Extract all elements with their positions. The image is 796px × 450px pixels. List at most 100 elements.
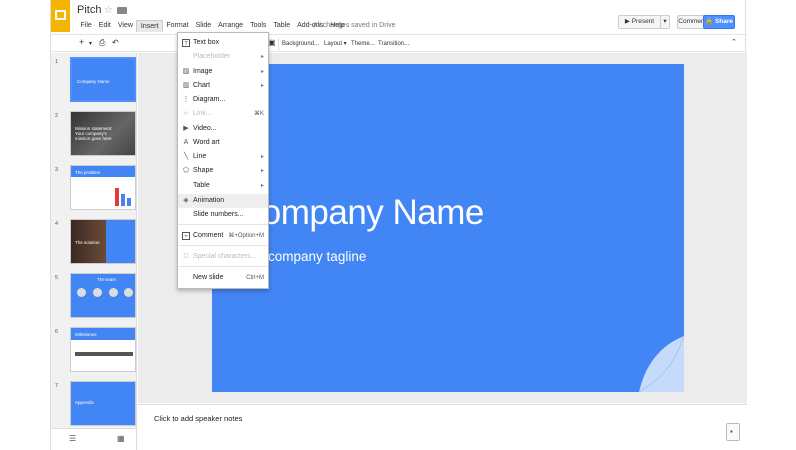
- theme-button[interactable]: Theme...: [351, 39, 375, 49]
- slide-thumbnail-3[interactable]: The problem: [70, 165, 136, 210]
- slides-logo[interactable]: [51, 0, 70, 32]
- thumbnail-text: The solution: [75, 240, 100, 245]
- submenu-arrow-icon: ▸: [260, 154, 264, 160]
- save-status: All changes saved in Drive: [313, 22, 396, 29]
- menu-tools[interactable]: Tools: [247, 20, 270, 32]
- thumbnail-text: Milestones: [75, 332, 97, 337]
- menu-divider: [178, 245, 268, 246]
- menu-item-video[interactable]: ▶ Video...: [178, 122, 268, 136]
- image-icon: ▨: [182, 68, 190, 75]
- menu-item-label: Table: [193, 182, 210, 189]
- menu-item-shape[interactable]: ⬠ Shape ▸: [178, 164, 268, 178]
- grid-view-icon[interactable]: ▦: [117, 434, 125, 443]
- new-slide-icon[interactable]: +: [79, 37, 84, 47]
- thumbnail-bar: [121, 194, 125, 206]
- thumbnail-avatar: [93, 288, 102, 297]
- comment-tool-icon[interactable]: ▣: [268, 38, 276, 48]
- menu-item-label: Shape: [193, 167, 214, 174]
- menu-item-label: Image: [193, 68, 213, 75]
- toolbar-divider: [278, 38, 279, 50]
- explore-button[interactable]: ▪: [726, 423, 740, 441]
- slide-thumbnail-4[interactable]: The solution: [70, 219, 136, 264]
- video-icon: ▶: [183, 125, 189, 132]
- menu-divider: [178, 266, 268, 267]
- menu-item-chart[interactable]: ▥ Chart ▸: [178, 79, 268, 93]
- menu-item-line[interactable]: ╲ Line ▸: [178, 150, 268, 164]
- document-title[interactable]: Pitch: [77, 4, 101, 16]
- chevron-down-icon: ▾: [663, 18, 667, 25]
- menu-item-label: Text box: [193, 39, 220, 46]
- menu-item-new-slide[interactable]: New slide Ctrl+M: [178, 271, 268, 285]
- menu-table[interactable]: Table: [270, 20, 294, 32]
- slide-thumbnail-1[interactable]: Company Name: [70, 57, 136, 102]
- present-dropdown-button[interactable]: ▾: [660, 15, 670, 29]
- thumbnail-text: Mission statement: Your company's missio…: [75, 126, 113, 141]
- menu-file[interactable]: File: [77, 20, 95, 32]
- share-button[interactable]: 🔒 Share: [703, 15, 735, 29]
- slide-number: 7: [55, 383, 59, 389]
- slide-thumbnail-2[interactable]: Mission statement: Your company's missio…: [70, 111, 136, 156]
- menu-divider: [178, 224, 268, 225]
- menu-edit[interactable]: Edit: [95, 20, 114, 32]
- list-view-icon[interactable]: ☰: [69, 434, 76, 443]
- menu-item-label: New slide: [193, 274, 224, 281]
- add-comment-icon: ▪: [730, 427, 733, 436]
- menu-bar: File Edit View Insert Format Slide Arran…: [77, 20, 348, 32]
- slide-number: 1: [55, 59, 59, 65]
- menu-item-animation[interactable]: ◈ Animation: [178, 194, 268, 208]
- menu-arrange[interactable]: Arrange: [215, 20, 247, 32]
- menu-slide[interactable]: Slide: [192, 20, 215, 32]
- present-button[interactable]: ▶ Present: [618, 15, 661, 29]
- menu-item-text-box[interactable]: T Text box: [178, 36, 268, 50]
- menu-item-label: Placeholder: [193, 53, 230, 60]
- menu-format[interactable]: Format: [163, 20, 192, 32]
- menu-item-label: Link...: [193, 110, 212, 117]
- menu-item-slide-numbers[interactable]: Slide numbers...: [178, 208, 268, 222]
- speaker-notes[interactable]: Click to add speaker notes ▪: [138, 404, 747, 450]
- word-art-icon: A: [183, 139, 189, 146]
- slide-canvas[interactable]: Company Name Your company tagline: [212, 64, 684, 392]
- undo-icon[interactable]: ↶: [112, 38, 119, 48]
- menu-item-label: Video...: [193, 125, 217, 132]
- speaker-notes-placeholder: Click to add speaker notes: [154, 414, 243, 423]
- menu-item-table[interactable]: Table ▸: [178, 179, 268, 193]
- menu-item-label: Animation: [193, 197, 225, 204]
- present-label: Present: [631, 18, 655, 25]
- folder-icon[interactable]: [117, 7, 127, 14]
- slide-thumbnail-5[interactable]: The team: [70, 273, 136, 318]
- slide-thumbnail-7[interactable]: Appendix: [70, 381, 136, 426]
- slide-number: 2: [55, 113, 59, 119]
- menu-item-word-art[interactable]: A Word art: [178, 136, 268, 150]
- line-icon: ╲: [183, 153, 189, 160]
- menu-item-special-characters: Ω Special characters...: [178, 250, 268, 264]
- chart-icon: ▥: [182, 82, 190, 89]
- menu-item-image[interactable]: ▨ Image ▸: [178, 65, 268, 79]
- background-button[interactable]: Background...: [282, 39, 319, 49]
- slide-title[interactable]: Company Name: [237, 193, 484, 233]
- link-icon: ∞: [183, 110, 189, 117]
- filmstrip-footer: ☰ ▦: [51, 428, 137, 450]
- submenu-arrow-icon: ▸: [260, 168, 264, 174]
- menu-insert[interactable]: Insert: [136, 20, 163, 32]
- slide-number: 3: [55, 167, 59, 173]
- menu-item-label: Line: [193, 153, 207, 160]
- submenu-arrow-icon: ▸: [260, 69, 264, 75]
- thumbnail-bar: [115, 188, 119, 206]
- menu-item-shortcut: ⌘K: [253, 111, 264, 117]
- slide-thumbnail-6[interactable]: Milestones: [70, 327, 136, 372]
- layout-button[interactable]: Layout ▾: [324, 39, 347, 49]
- collapse-toolbar-icon[interactable]: ⌃: [731, 38, 737, 48]
- star-icon[interactable]: ☆: [104, 5, 113, 16]
- new-slide-dropdown-icon[interactable]: ▾: [89, 39, 92, 49]
- menu-item-label: Comment: [193, 232, 224, 239]
- slide-number: 6: [55, 329, 59, 335]
- transition-button[interactable]: Transition...: [378, 39, 409, 49]
- insert-menu: T Text box Placeholder ▸ ▨ Image ▸ ▥ Cha…: [177, 32, 269, 289]
- menu-item-label: Chart: [193, 82, 211, 89]
- menu-item-diagram[interactable]: ⋮ Diagram...: [178, 93, 268, 107]
- menu-item-comment[interactable]: + Comment ⌘+Option+M: [178, 229, 268, 243]
- thumbnail-text: The team: [97, 277, 117, 282]
- menu-view[interactable]: View: [114, 20, 136, 32]
- diagram-icon: ⋮: [182, 96, 190, 103]
- print-icon[interactable]: ⎙: [99, 38, 105, 48]
